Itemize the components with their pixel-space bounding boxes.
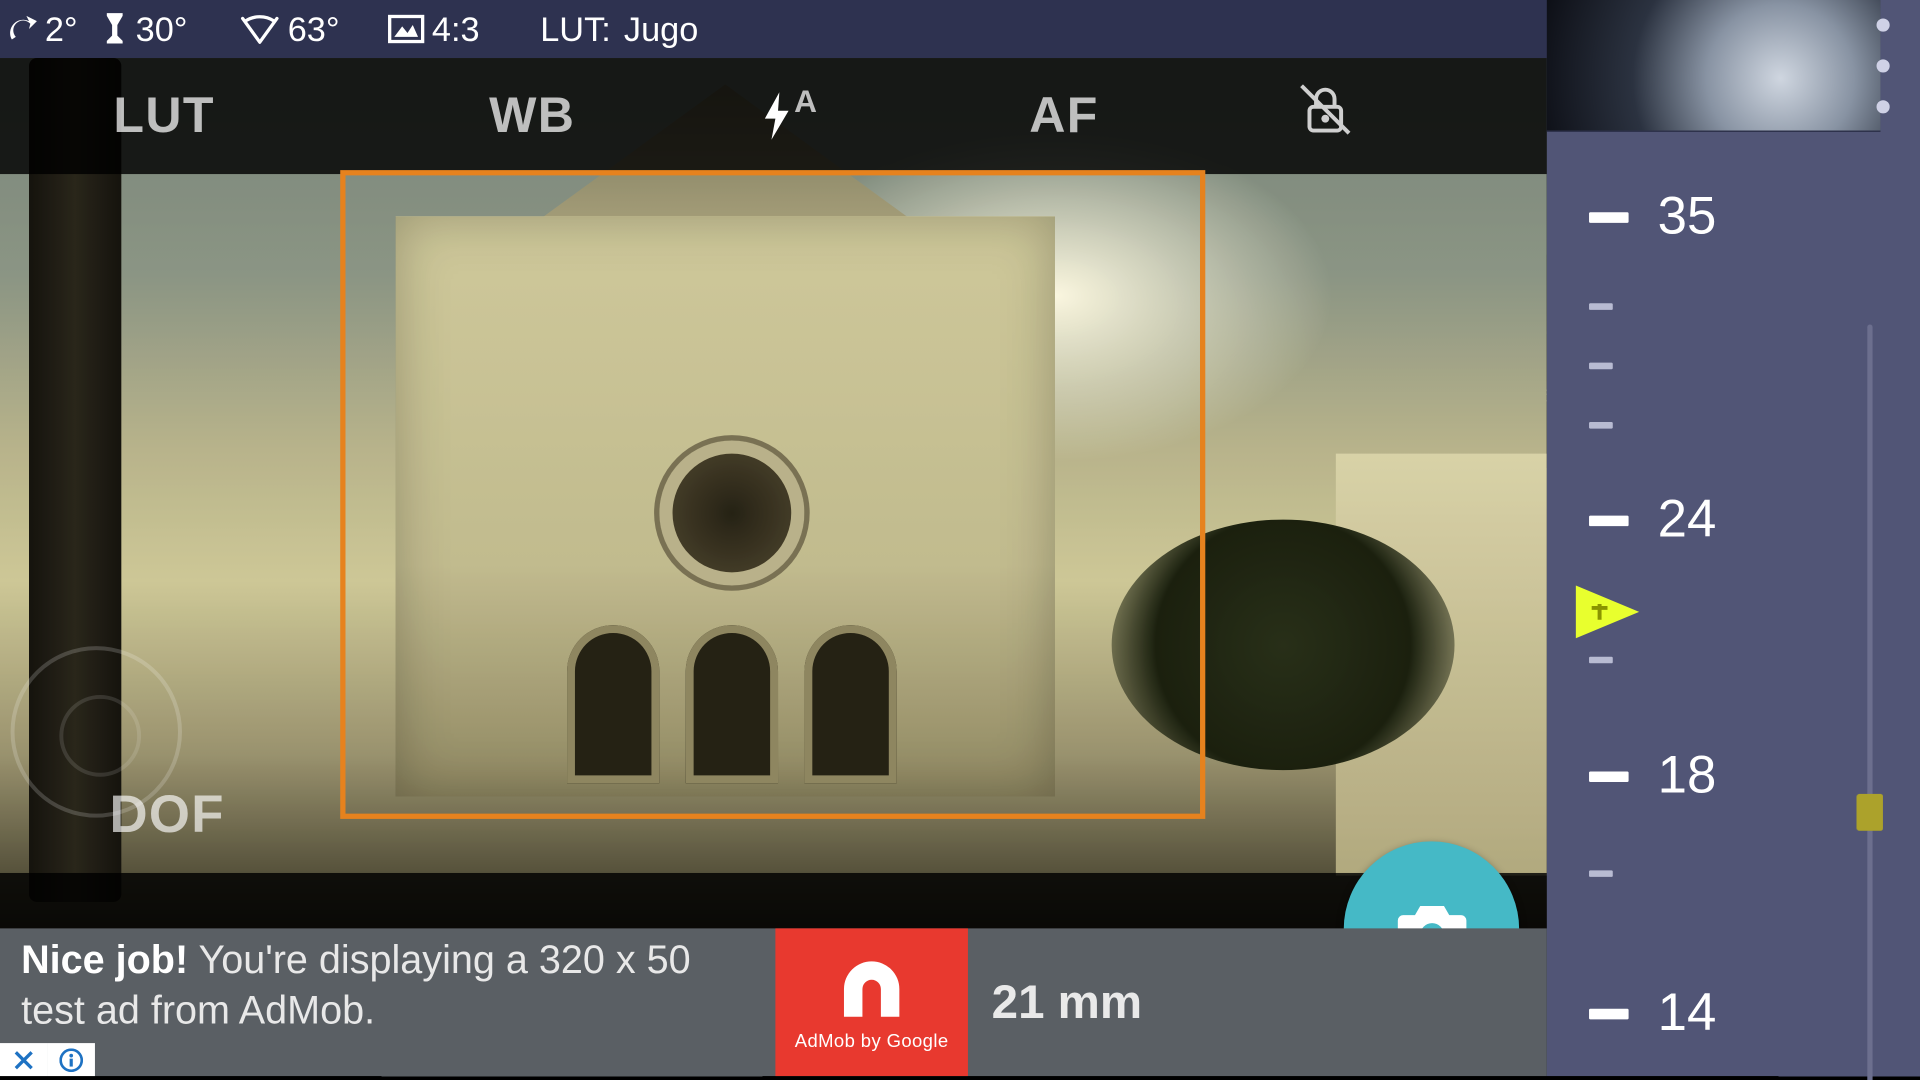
roll-value: 2°	[45, 9, 78, 50]
tilt-pin-icon	[101, 12, 127, 46]
scale-tick-minor	[1589, 422, 1613, 429]
ad-logo[interactable]: AdMob by Google	[775, 928, 968, 1076]
aspect-icon	[387, 15, 424, 44]
tilt-readout[interactable]: 30°	[101, 9, 187, 50]
exposure-slider-track[interactable]	[1867, 324, 1872, 1080]
aspect-value: 4:3	[432, 9, 480, 50]
scale-tick-14: 14	[1589, 984, 1716, 1043]
fov-value: 63°	[288, 9, 340, 50]
scale-label: 24	[1658, 491, 1717, 550]
scale-tick-24: 24	[1589, 491, 1716, 550]
flash-auto-button[interactable]: A	[760, 90, 818, 143]
side-panel: 35 24 18	[1547, 0, 1920, 1076]
scale-tick-18: 18	[1589, 746, 1716, 805]
focal-scale-cursor[interactable]	[1573, 580, 1652, 643]
close-x-icon	[13, 1049, 34, 1070]
lut-value: Jugo	[624, 9, 698, 50]
ad-close-button[interactable]	[0, 1043, 47, 1076]
fov-cone-icon	[240, 13, 280, 45]
info-icon	[59, 1048, 83, 1072]
scale-tick-minor	[1589, 657, 1613, 664]
lut-button[interactable]: LUT	[113, 88, 214, 145]
autofocus-button[interactable]: AF	[1029, 88, 1098, 145]
ad-bold: Nice job!	[21, 939, 188, 983]
lut-label: LUT:	[540, 9, 611, 50]
flash-icon	[760, 90, 794, 143]
viewfinder-controls-row: LUT WB A AF	[0, 63, 1547, 168]
focal-length-scale[interactable]: 35 24 18	[1547, 132, 1920, 1076]
scale-tick-minor	[1589, 363, 1613, 370]
tilt-value: 30°	[136, 9, 188, 50]
flash-mode-label: A	[794, 84, 818, 121]
ad-info-button[interactable]	[47, 1043, 94, 1076]
white-balance-button[interactable]: WB	[489, 88, 575, 145]
exposure-slider-thumb[interactable]	[1857, 794, 1883, 831]
viewfinder-image	[0, 58, 1547, 928]
scale-tick-35: 35	[1589, 187, 1716, 246]
lut-readout[interactable]: LUT: Jugo	[540, 9, 698, 50]
scale-tick-minor	[1589, 870, 1613, 877]
focal-length-readout[interactable]: 21 mm	[968, 928, 1547, 1076]
roll-arrow-icon	[8, 13, 37, 45]
dof-button[interactable]: DOF	[109, 786, 224, 845]
roll-readout[interactable]: 2°	[8, 9, 78, 50]
ad-banner-text[interactable]: Nice job! You're displaying a 320 x 50 t…	[0, 928, 775, 1076]
fov-readout[interactable]: 63°	[240, 9, 339, 50]
admob-icon	[836, 953, 907, 1024]
lock-slash-icon	[1297, 80, 1355, 138]
scale-label: 18	[1658, 746, 1717, 805]
scale-tick-minor	[1589, 303, 1613, 310]
bottom-bar: Nice job! You're displaying a 320 x 50 t…	[0, 928, 1547, 1076]
scale-label: 35	[1658, 187, 1717, 246]
lens-thumbnail[interactable]	[1547, 0, 1881, 132]
aspect-readout[interactable]: 4:3	[387, 9, 480, 50]
ad-brand-sub: AdMob by Google	[795, 1030, 949, 1051]
overflow-menu-button[interactable]	[1867, 18, 1899, 113]
lock-disabled-button[interactable]	[1297, 80, 1355, 151]
scale-label: 14	[1658, 984, 1717, 1043]
